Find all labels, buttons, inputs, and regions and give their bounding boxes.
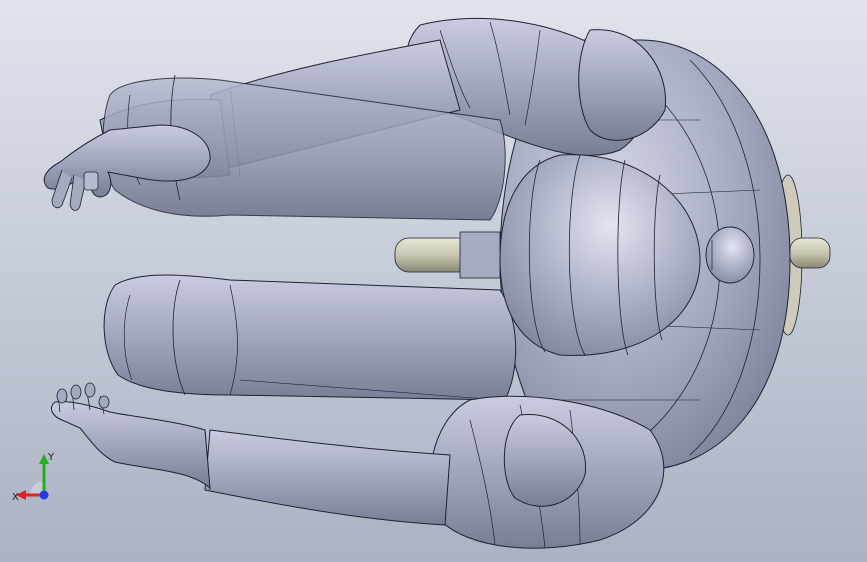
lower-right-leg[interactable] — [103, 274, 517, 401]
coordinate-triad[interactable]: Y X — [10, 440, 80, 510]
graphics-viewport[interactable]: Y X — [0, 0, 867, 562]
lower-left-arm[interactable] — [204, 395, 665, 549]
z-axis-dot — [39, 490, 49, 500]
y-axis-label: Y — [47, 452, 55, 463]
robot-model-3d-view[interactable] — [0, 0, 867, 562]
x-axis-label: X — [12, 492, 19, 503]
